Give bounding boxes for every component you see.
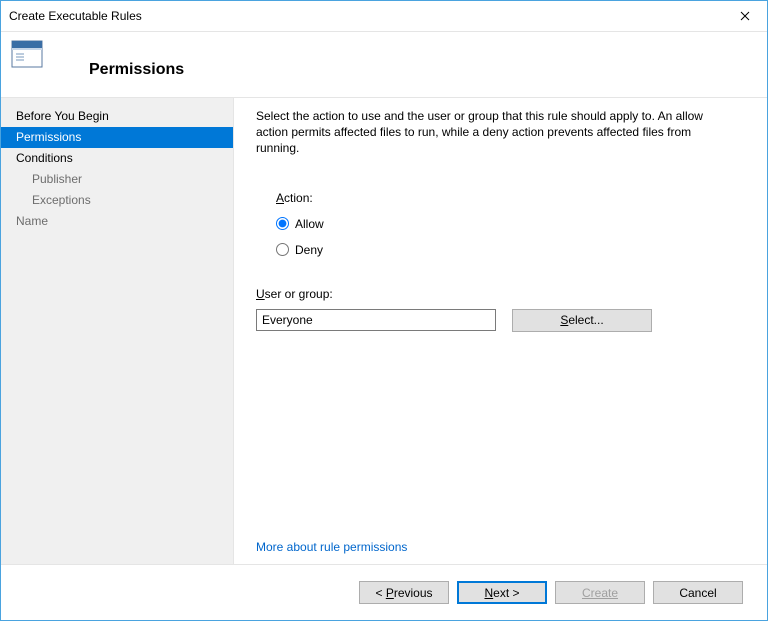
window-title: Create Executable Rules <box>9 9 142 23</box>
action-radio-group: Allow Deny <box>276 213 745 265</box>
usergroup-input[interactable] <box>256 309 496 331</box>
app-icon <box>11 40 43 68</box>
select-button[interactable]: Select... <box>512 309 652 332</box>
wizard-header: Permissions <box>1 32 767 98</box>
create-button: Create <box>555 581 645 604</box>
description-text: Select the action to use and the user or… <box>256 108 716 157</box>
sidebar-item-permissions[interactable]: Permissions <box>1 127 233 148</box>
wizard-content: Select the action to use and the user or… <box>234 98 767 564</box>
more-about-link[interactable]: More about rule permissions <box>256 540 407 554</box>
radio-deny-input[interactable] <box>276 243 289 256</box>
action-label: Action: <box>276 191 745 205</box>
radio-allow-input[interactable] <box>276 217 289 230</box>
close-icon <box>740 8 750 24</box>
wizard-sidebar: Before You Begin Permissions Conditions … <box>1 98 234 564</box>
more-link-wrap: More about rule permissions <box>256 540 407 554</box>
titlebar: Create Executable Rules <box>1 1 767 32</box>
sidebar-item-before-you-begin[interactable]: Before You Begin <box>1 106 233 127</box>
radio-allow-label: Allow <box>295 217 324 231</box>
page-title: Permissions <box>89 61 184 79</box>
cancel-button[interactable]: Cancel <box>653 581 743 604</box>
close-button[interactable] <box>722 1 767 31</box>
radio-deny[interactable]: Deny <box>276 239 745 261</box>
next-button[interactable]: Next > <box>457 581 547 604</box>
wizard-footer: < Previous Next > Create Cancel <box>1 564 767 620</box>
sidebar-item-conditions[interactable]: Conditions <box>1 148 233 169</box>
usergroup-label: User or group: <box>256 287 745 301</box>
spacer <box>256 342 745 564</box>
dialog-window: Create Executable Rules Permissions Befo… <box>0 0 768 621</box>
sidebar-item-name[interactable]: Name <box>1 211 233 232</box>
radio-deny-label: Deny <box>295 243 323 257</box>
previous-button[interactable]: < Previous <box>359 581 449 604</box>
radio-allow[interactable]: Allow <box>276 213 745 235</box>
wizard-body: Before You Begin Permissions Conditions … <box>1 98 767 564</box>
usergroup-row: Select... <box>256 309 745 332</box>
sidebar-item-exceptions[interactable]: Exceptions <box>1 190 233 211</box>
sidebar-item-publisher[interactable]: Publisher <box>1 169 233 190</box>
